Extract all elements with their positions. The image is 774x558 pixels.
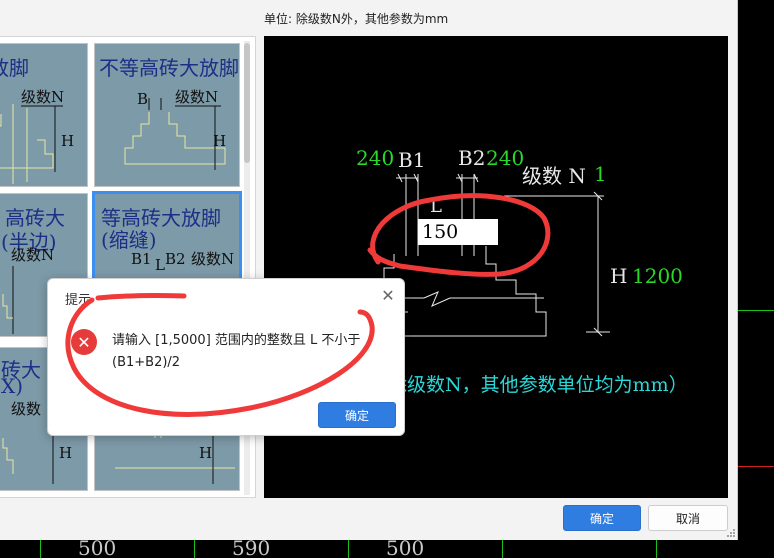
validation-message-box: 提示 ✕ ✕ 请输入 [1,5000] 范围内的整数且 L 不小于 (B1+B2…: [47, 278, 405, 436]
cad-ruler: 500 590 500: [0, 538, 774, 558]
cad-line: [738, 310, 774, 311]
resize-grip-icon[interactable]: [726, 528, 736, 538]
ruler-tick: [656, 538, 657, 558]
tile-diagram: [0, 104, 63, 184]
value-levels-n: 1: [594, 162, 607, 186]
dim-240-right: 240: [486, 146, 525, 170]
l-value-input[interactable]: [418, 219, 498, 245]
ruler-tick: [502, 538, 503, 558]
label-b2: B2: [458, 146, 486, 170]
gallery-tile-unequal-brick-footing[interactable]: 不等高砖大放脚 B 级数N H: [94, 43, 240, 187]
label-levels-n: 级数 N: [522, 164, 586, 188]
ruler-tick: [194, 538, 195, 558]
ruler-number: 500: [386, 538, 425, 558]
ok-button[interactable]: 确定: [563, 505, 641, 531]
ruler-number: 500: [78, 538, 117, 558]
ruler-tick: [40, 538, 41, 558]
cad-background-right: [738, 0, 774, 558]
message-text-line1: 请输入 [1,5000] 范围内的整数且 L 不小于: [112, 333, 361, 348]
scrollbar-thumb[interactable]: [244, 43, 250, 163]
unit-hint: 单位: 除级数N外，其他参数为mm: [264, 12, 449, 26]
message-box-title: 提示: [65, 293, 92, 308]
tile-label-l: L: [155, 256, 165, 274]
message-ok-button[interactable]: 确定: [318, 402, 396, 428]
tile-diagram: [124, 98, 226, 170]
label-l: L: [430, 196, 442, 217]
label-b1: B1: [398, 148, 426, 172]
close-icon[interactable]: ✕: [380, 288, 396, 304]
value-h: 1200: [632, 264, 683, 288]
ruler-tick: [348, 538, 349, 558]
tile-label-b1: B1: [131, 250, 152, 268]
message-text-line2: (B1+B2)/2: [112, 355, 181, 370]
foundation-parameter-dialog: 单位: 除级数N外，其他参数为mm 砖大放脚 级数N H 不等高砖大放脚 B 级…: [0, 0, 738, 540]
cancel-button[interactable]: 取消: [648, 505, 728, 531]
tile-label-b2: B2: [165, 250, 186, 268]
ruler-number: 590: [232, 538, 271, 558]
tile-label-n: 级数N: [191, 250, 235, 268]
gallery-tile-brick-footing[interactable]: 砖大放脚 级数N H: [0, 43, 88, 187]
label-h: H: [610, 264, 628, 288]
tile-subtitle: (缩缝): [101, 228, 157, 252]
unit-note: 除级数N，其他参数单位均为mm）: [388, 374, 688, 396]
error-icon: ✕: [71, 329, 97, 355]
dim-240-left: 240: [356, 146, 395, 170]
cad-line: [738, 466, 774, 467]
